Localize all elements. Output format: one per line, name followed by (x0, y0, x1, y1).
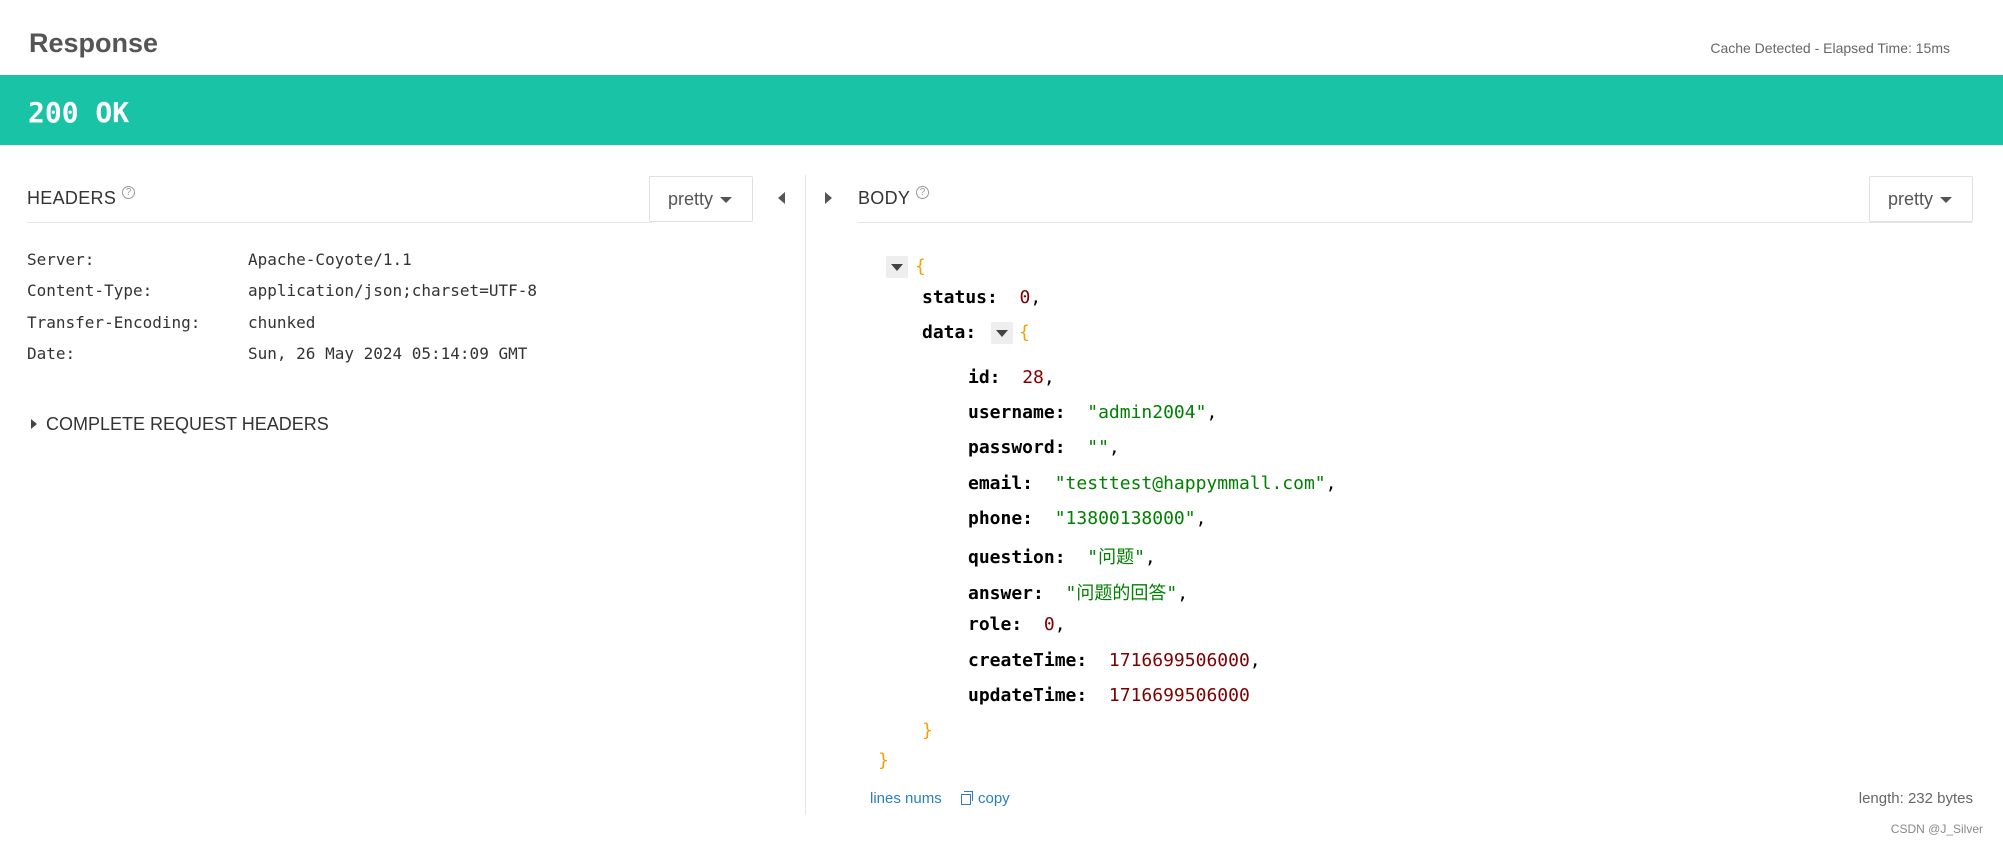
json-key: question: (968, 547, 1066, 568)
body-length: length: 232 bytes (1858, 790, 1973, 807)
json-key: email: (968, 473, 1034, 494)
json-value: "" (1087, 437, 1109, 458)
header-value: application/json;charset=UTF-8 (248, 281, 537, 300)
json-key: answer: (968, 583, 1044, 604)
caret-down-icon (720, 197, 733, 204)
header-key: Transfer-Encoding: (27, 313, 201, 332)
help-icon[interactable]: ? (916, 186, 930, 199)
collapse-toggle-icon[interactable] (886, 256, 908, 278)
json-key: id: (968, 367, 1001, 388)
body-title-label: BODY (858, 188, 911, 208)
json-value: "13800138000" (1054, 508, 1196, 529)
json-value: "问题的回答" (1065, 583, 1178, 604)
body-format-select[interactable]: pretty (1869, 176, 1973, 222)
lines-nums-link[interactable]: lines nums (870, 790, 942, 807)
json-line-status: status: 0, (922, 287, 1042, 308)
expand-triangle-icon (31, 418, 37, 429)
header-key: Server: (27, 250, 95, 269)
json-key: createTime: (968, 650, 1088, 671)
json-key: role: (968, 614, 1023, 635)
json-value: "admin2004" (1087, 402, 1207, 423)
json-key: status: (922, 287, 998, 308)
json-value: 1716699506000 (1108, 650, 1250, 671)
headers-title-label: HEADERS (27, 188, 117, 208)
json-value: "问题" (1087, 547, 1145, 568)
json-field: updateTime: 1716699506000 (968, 685, 1250, 706)
header-key: Date: (27, 344, 76, 363)
json-value: 0 (1043, 614, 1055, 635)
expand-right-arrow-icon[interactable] (825, 192, 832, 204)
copy-icon (961, 791, 973, 805)
json-field: phone: "13800138000", (968, 508, 1207, 529)
copy-link[interactable]: copy (961, 790, 1010, 807)
json-key: phone: (968, 508, 1034, 529)
page-title: Response (29, 28, 159, 58)
headers-format-select[interactable]: pretty (649, 176, 753, 222)
collapse-left-arrow-icon[interactable] (778, 192, 785, 204)
json-field: createTime: 1716699506000, (968, 650, 1261, 671)
json-close-brace: } (878, 750, 889, 771)
headers-section-title: HEADERS? (27, 186, 136, 209)
body-section-title: BODY? (858, 186, 930, 209)
help-icon[interactable]: ? (122, 186, 136, 199)
json-value: 0 (1019, 287, 1031, 308)
complete-request-headers-toggle[interactable]: COMPLETE REQUEST HEADERS (31, 414, 329, 435)
json-key: password: (968, 437, 1066, 458)
json-value: "testtest@happymmall.com" (1054, 473, 1326, 494)
pane-divider[interactable] (805, 175, 806, 815)
body-divider (858, 222, 1973, 223)
caret-down-icon (1940, 197, 1953, 204)
json-key: username: (968, 402, 1066, 423)
response-header: Response Cache Detected - Elapsed Time: … (0, 0, 2003, 75)
json-field: password: "", (968, 437, 1120, 458)
json-value: 1716699506000 (1108, 685, 1250, 706)
json-field: role: 0, (968, 614, 1066, 635)
json-value: 28 (1022, 367, 1044, 388)
header-value: chunked (248, 313, 316, 332)
header-value: Sun, 26 May 2024 05:14:09 GMT (248, 344, 528, 363)
cache-info: Cache Detected - Elapsed Time: 15ms (1710, 40, 1950, 56)
json-field: id: 28, (968, 367, 1055, 388)
json-field: username: "admin2004", (968, 402, 1218, 423)
json-open-brace: { (915, 256, 926, 277)
json-field: answer: "问题的回答", (968, 583, 1189, 604)
json-data-open-brace: { (1019, 322, 1030, 343)
status-code: 200 OK (28, 96, 130, 129)
body-format-label: pretty (1888, 189, 1934, 209)
copy-label: copy (978, 790, 1010, 807)
headers-divider (27, 222, 652, 223)
complete-request-headers-label: COMPLETE REQUEST HEADERS (46, 414, 329, 434)
json-data-close-brace: } (922, 720, 933, 741)
json-field: email: "testtest@happymmall.com", (968, 473, 1337, 494)
json-line-data: data: (922, 322, 976, 343)
collapse-toggle-icon[interactable] (991, 322, 1013, 344)
headers-format-label: pretty (668, 189, 714, 209)
json-key: updateTime: (968, 685, 1088, 706)
header-value: Apache-Coyote/1.1 (248, 250, 412, 269)
status-bar (0, 75, 2003, 145)
json-key: data: (922, 322, 977, 343)
watermark: CSDN @J_Silver (1890, 822, 1983, 836)
header-key: Content-Type: (27, 281, 153, 300)
json-field: question: "问题", (968, 547, 1156, 568)
